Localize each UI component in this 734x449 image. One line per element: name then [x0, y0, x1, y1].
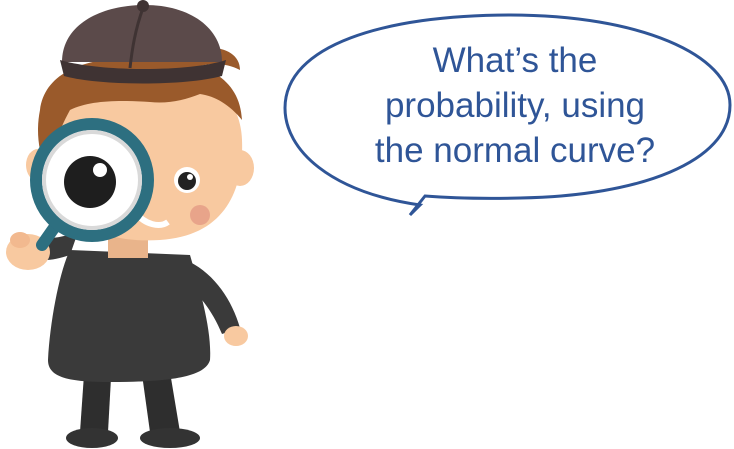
- slide-canvas: What’s the probability, using the normal…: [0, 0, 734, 449]
- cheek: [190, 205, 210, 225]
- detective-eye: [174, 167, 200, 193]
- magnifying-glass-icon: [30, 118, 154, 251]
- speech-line-2: probability, using: [384, 86, 646, 125]
- speech-bubble-text: What’s the probability, using the normal…: [330, 38, 700, 173]
- speech-line-1: What’s the: [432, 41, 598, 80]
- detective-hat: [60, 0, 226, 84]
- speech-line-3: the normal curve?: [374, 131, 656, 170]
